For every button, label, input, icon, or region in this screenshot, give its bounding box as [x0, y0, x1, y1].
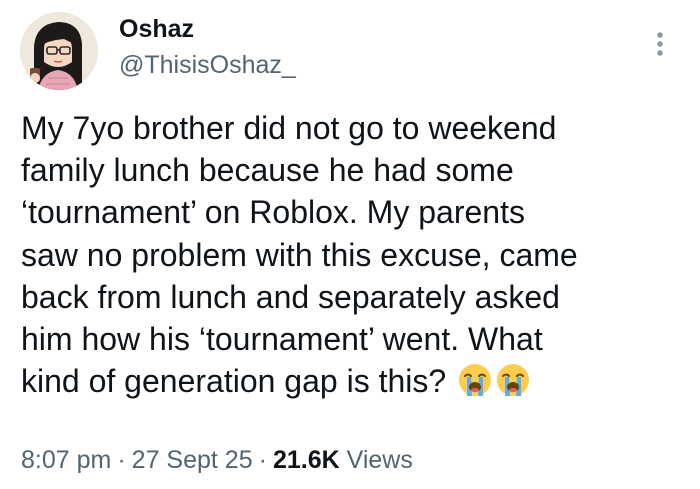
tweet-date[interactable]: 27 Sept 25 [132, 446, 253, 474]
tweet-text: My 7yo brother did not go to weekend fam… [21, 110, 578, 400]
tweet-card: Oshaz @ThisisOshaz_ My 7yo brother did n… [0, 0, 700, 489]
author-handle[interactable]: @ThisisOshaz_ [119, 50, 296, 80]
avatar[interactable] [20, 12, 98, 90]
tweet-meta: 8:07 pm · 27 Sept 25 · 21.6K Views [21, 443, 413, 477]
avatar-image [20, 12, 98, 90]
views-label: Views [346, 446, 413, 474]
tweet-time[interactable]: 8:07 pm [21, 446, 111, 474]
author-display-name[interactable]: Oshaz [119, 14, 194, 44]
tweet-body: My 7yo brother did not go to weekend fam… [21, 107, 681, 402]
meta-separator: · [258, 446, 267, 474]
loudly-crying-face-icon [457, 362, 493, 398]
meta-separator: · [117, 446, 126, 474]
views-count[interactable]: 21.6K [273, 446, 340, 474]
more-options-icon[interactable] [650, 26, 670, 62]
loudly-crying-face-icon [495, 362, 531, 398]
